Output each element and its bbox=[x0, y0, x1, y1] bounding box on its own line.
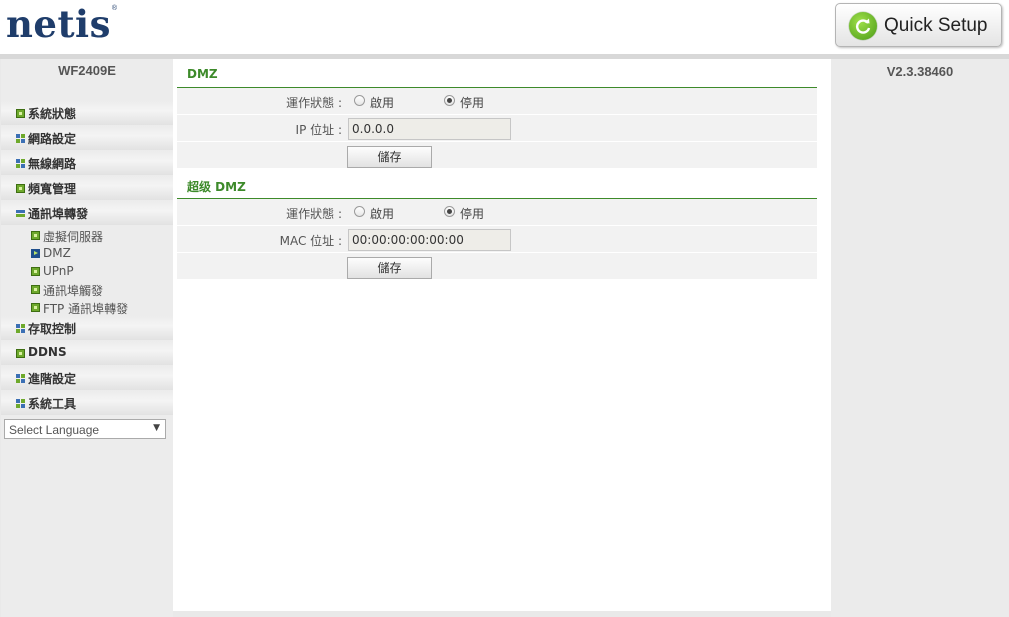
active-arrow-icon bbox=[31, 249, 40, 258]
dropdown-arrow-icon: ▼ bbox=[153, 423, 160, 433]
green-square-icon bbox=[16, 184, 25, 193]
submenu-item-label: 通訊埠觸發 bbox=[43, 284, 104, 298]
green-square-icon bbox=[31, 231, 40, 240]
dmz-save-row: 儲存 bbox=[177, 142, 817, 169]
submenu-item-dmz[interactable]: DMZ bbox=[1, 244, 173, 262]
grid-icon bbox=[16, 399, 25, 408]
right-panel: V2.3.38460 bbox=[831, 59, 1009, 617]
green-square-icon bbox=[31, 285, 40, 294]
collapse-icon bbox=[16, 209, 25, 218]
sidebar-item-label: DDNS bbox=[28, 345, 67, 359]
dmz-save-button[interactable]: 儲存 bbox=[347, 146, 432, 168]
super-dmz-save-button[interactable]: 儲存 bbox=[347, 257, 432, 279]
sidebar-item-advanced[interactable]: 進階設定 bbox=[1, 366, 173, 390]
grid-icon bbox=[16, 374, 25, 383]
language-select-value: Select Language bbox=[9, 423, 100, 437]
sidebar-item-bandwidth[interactable]: 頻寬管理 bbox=[1, 176, 173, 200]
language-select[interactable]: Select Language ▼ bbox=[4, 419, 166, 439]
dmz-disable-radio[interactable] bbox=[444, 95, 455, 106]
sidebar-item-system-tools[interactable]: 系統工具 bbox=[1, 391, 173, 415]
green-square-icon bbox=[16, 349, 25, 358]
quick-setup-button[interactable]: Quick Setup bbox=[835, 3, 1002, 47]
grid-icon bbox=[16, 159, 25, 168]
sidebar-item-label: 系統工具 bbox=[28, 397, 77, 411]
sidebar-item-access-control[interactable]: 存取控制 bbox=[1, 316, 173, 340]
submenu-item-ftp-forwarding[interactable]: FTP 通訊埠轉發 bbox=[1, 298, 173, 316]
super-dmz-enable-radio[interactable] bbox=[354, 206, 365, 217]
sidebar-item-ddns[interactable]: DDNS bbox=[1, 341, 173, 365]
submenu-item-port-trigger[interactable]: 通訊埠觸發 bbox=[1, 280, 173, 298]
submenu-item-label: UPnP bbox=[43, 264, 74, 278]
refresh-arrow-icon bbox=[849, 12, 877, 40]
sidebar-item-label: 進階設定 bbox=[28, 372, 77, 386]
super-dmz-save-row: 儲存 bbox=[177, 253, 817, 280]
super-dmz-section-title: 超级 DMZ bbox=[187, 180, 246, 194]
sidebar-item-port-forwarding[interactable]: 通訊埠轉發 bbox=[1, 201, 173, 225]
super-dmz-mac-label: MAC 位址 : bbox=[279, 234, 342, 248]
dmz-ip-row: IP 位址 : 0.0.0.0 bbox=[177, 115, 817, 142]
super-dmz-mac-row: MAC 位址 : 00:00:00:00:00:00 bbox=[177, 226, 817, 253]
submenu-item-virtual-server[interactable]: 虛擬伺服器 bbox=[1, 226, 173, 244]
main-content: DMZ 運作狀態 : 啟用 停用 IP 位址 : 0.0.0.0 儲存 超级 D… bbox=[173, 59, 831, 611]
grid-icon bbox=[16, 324, 25, 333]
quick-setup-label: Quick Setup bbox=[884, 15, 988, 36]
super-dmz-disable-label: 停用 bbox=[460, 207, 485, 221]
sidebar-item-network-settings[interactable]: 網路設定 bbox=[1, 126, 173, 150]
sidebar-item-label: 系統狀態 bbox=[28, 107, 77, 121]
submenu-item-label: DMZ bbox=[43, 246, 71, 260]
netis-logo: netis® bbox=[6, 2, 118, 46]
dmz-enable-label: 啟用 bbox=[370, 96, 395, 110]
sidebar-item-label: 無線網路 bbox=[28, 157, 77, 171]
dmz-ip-label: IP 位址 : bbox=[295, 123, 342, 137]
grid-icon bbox=[16, 134, 25, 143]
sidebar-item-label: 頻寬管理 bbox=[28, 182, 77, 196]
sidebar-item-system-status[interactable]: 系統狀態 bbox=[1, 101, 173, 125]
super-dmz-status-label: 運作狀態 : bbox=[286, 207, 342, 221]
super-dmz-disable-radio[interactable] bbox=[444, 206, 455, 217]
submenu-item-label: FTP 通訊埠轉發 bbox=[43, 302, 129, 316]
green-square-icon bbox=[31, 303, 40, 312]
super-dmz-mac-field[interactable]: 00:00:00:00:00:00 bbox=[348, 229, 511, 251]
dmz-status-label: 運作狀態 : bbox=[286, 96, 342, 110]
sidebar-item-label: 存取控制 bbox=[28, 322, 77, 336]
sidebar: WF2409E 系統狀態 網路設定 無線網路 頻寬管理 通訊埠轉發 虛擬伺服器 … bbox=[1, 59, 173, 617]
header-bar: netis® Quick Setup bbox=[0, 0, 1009, 54]
sidebar-item-wireless[interactable]: 無線網路 bbox=[1, 151, 173, 175]
dmz-status-row: 運作狀態 : 啟用 停用 bbox=[177, 88, 817, 115]
submenu-item-upnp[interactable]: UPnP bbox=[1, 262, 173, 280]
dmz-enable-radio[interactable] bbox=[354, 95, 365, 106]
dmz-disable-label: 停用 bbox=[460, 96, 485, 110]
model-name: WF2409E bbox=[58, 63, 116, 78]
sidebar-item-label: 通訊埠轉發 bbox=[28, 207, 89, 221]
sidebar-item-label: 網路設定 bbox=[28, 132, 77, 146]
green-square-icon bbox=[31, 267, 40, 276]
dmz-ip-field[interactable]: 0.0.0.0 bbox=[348, 118, 511, 140]
submenu-item-label: 虛擬伺服器 bbox=[43, 230, 104, 244]
green-square-icon bbox=[16, 109, 25, 118]
super-dmz-enable-label: 啟用 bbox=[370, 207, 395, 221]
super-dmz-status-row: 運作狀態 : 啟用 停用 bbox=[177, 199, 817, 226]
firmware-version: V2.3.38460 bbox=[886, 64, 954, 79]
dmz-section-title: DMZ bbox=[187, 67, 218, 81]
